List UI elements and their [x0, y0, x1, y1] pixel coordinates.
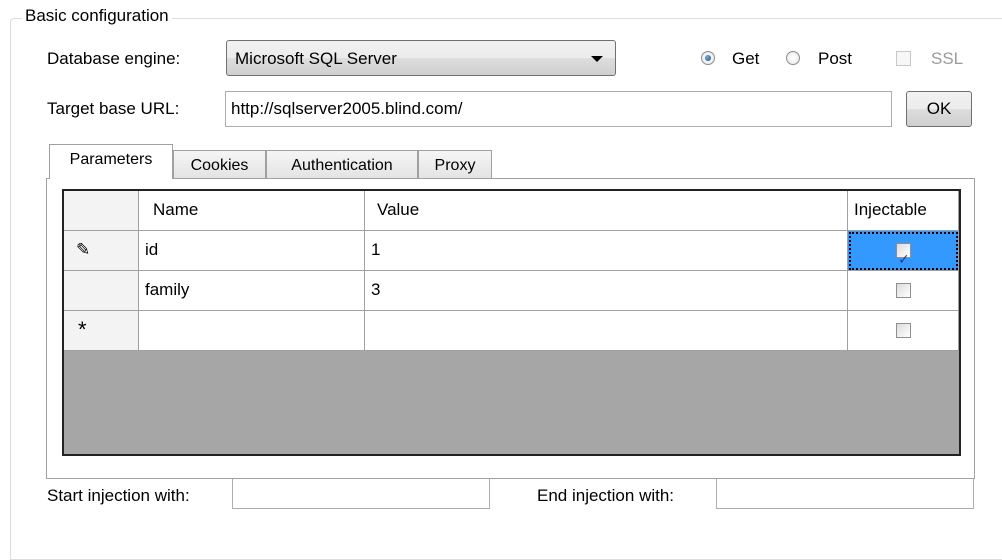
- grid-header-row: Name Value Injectable: [64, 191, 959, 231]
- column-header-value[interactable]: Value: [365, 191, 848, 231]
- injectable-checkbox[interactable]: [896, 283, 911, 298]
- param-value-cell[interactable]: 1: [365, 231, 848, 271]
- pencil-icon: ✎: [64, 231, 139, 271]
- database-engine-value: Microsoft SQL Server: [235, 49, 397, 68]
- tab-proxy[interactable]: Proxy: [418, 150, 492, 179]
- injectable-checkbox[interactable]: [896, 323, 911, 338]
- post-label[interactable]: Post: [818, 49, 852, 69]
- target-base-url-label: Target base URL:: [47, 99, 180, 118]
- tab-authentication[interactable]: Authentication: [266, 150, 418, 179]
- injectable-cell[interactable]: [848, 271, 959, 311]
- start-injection-label: Start injection with:: [47, 486, 190, 505]
- post-radio[interactable]: [786, 51, 800, 65]
- injectable-cell[interactable]: [848, 311, 959, 351]
- tab-parameters[interactable]: Parameters: [49, 144, 173, 179]
- parameters-tab-panel: Name Value Injectable ✎ id 1 family 3 *: [46, 178, 975, 479]
- database-engine-label: Database engine:: [47, 49, 181, 68]
- param-value-cell[interactable]: 3: [365, 271, 848, 311]
- row-header-corner: [64, 191, 139, 231]
- end-injection-label: End injection with:: [537, 486, 675, 505]
- table-row-new[interactable]: *: [64, 311, 959, 351]
- parameters-grid[interactable]: Name Value Injectable ✎ id 1 family 3 *: [62, 189, 961, 456]
- tab-cookies[interactable]: Cookies: [173, 150, 266, 179]
- ok-button[interactable]: OK: [906, 91, 972, 127]
- table-row[interactable]: ✎ id 1: [64, 231, 959, 279]
- table-row[interactable]: family 3: [64, 271, 959, 311]
- ssl-label: SSL: [931, 49, 964, 68]
- param-name-cell[interactable]: id: [139, 231, 365, 271]
- ssl-checkbox[interactable]: [896, 51, 911, 66]
- param-name-cell[interactable]: [139, 311, 365, 351]
- group-title: Basic configuration: [22, 6, 172, 26]
- chevron-down-icon[interactable]: [591, 56, 603, 62]
- database-engine-combobox[interactable]: Microsoft SQL Server: [226, 40, 616, 76]
- target-base-url-input[interactable]: [225, 91, 892, 127]
- asterisk-icon: *: [64, 311, 139, 351]
- param-value-cell[interactable]: [365, 311, 848, 351]
- get-label[interactable]: Get: [732, 49, 759, 69]
- injectable-checkbox[interactable]: [896, 241, 911, 279]
- row-header: [64, 271, 139, 311]
- param-name-cell[interactable]: family: [139, 271, 365, 311]
- column-header-name[interactable]: Name: [139, 191, 365, 231]
- injectable-cell[interactable]: [848, 231, 959, 279]
- column-header-injectable[interactable]: Injectable: [848, 191, 959, 231]
- get-radio[interactable]: [701, 51, 715, 65]
